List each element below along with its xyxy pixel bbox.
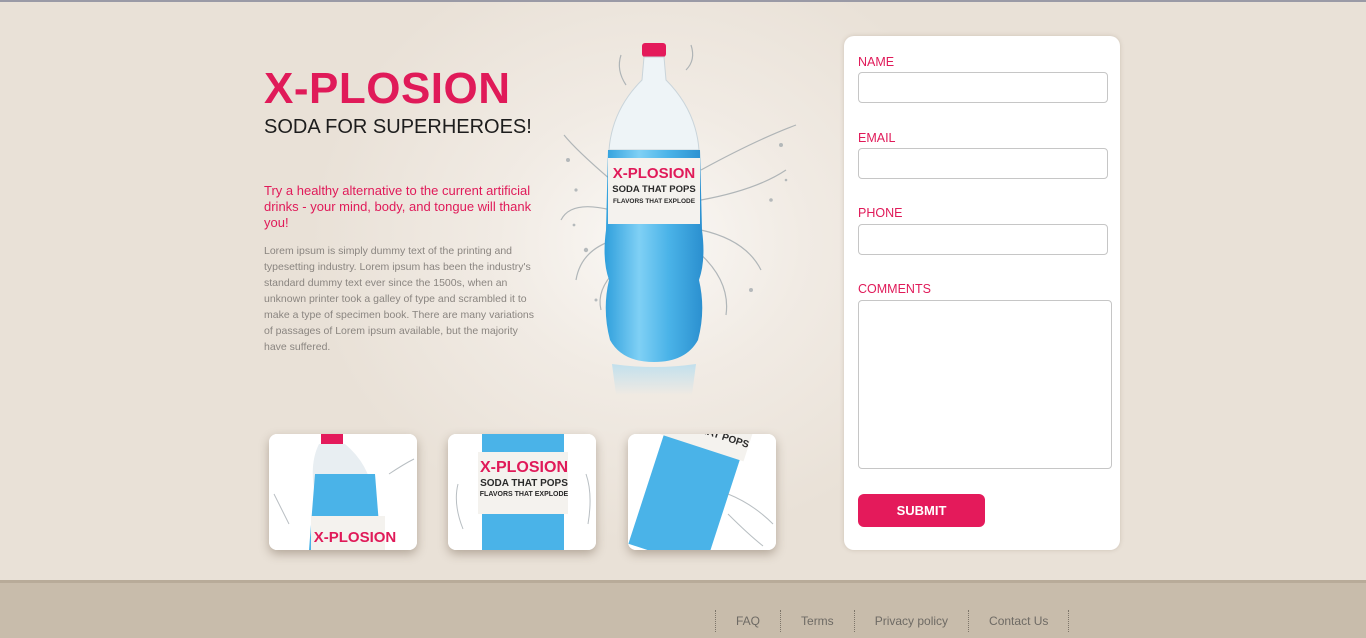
brand-subtitle: SODA FOR SUPERHEROES!	[264, 116, 532, 138]
tagline: Try a healthy alternative to the current…	[264, 183, 532, 230]
footer-link-faq[interactable]: FAQ	[715, 610, 780, 632]
footer: FAQ Terms Privacy policy Contact Us	[0, 580, 1366, 638]
svg-text:X-PLOSION: X-PLOSION	[480, 459, 568, 476]
svg-text:X-PLOSION: X-PLOSION	[613, 165, 696, 182]
product-bottle-image: X-PLOSION SODA THAT POPS FLAVORS THAT EX…	[556, 40, 806, 395]
submit-button[interactable]: SUBMIT	[858, 494, 985, 527]
phone-label: PHONE	[858, 206, 903, 220]
gallery-thumbnail-2[interactable]: X-PLOSION SODA THAT POPS FLAVORS THAT EX…	[448, 434, 596, 550]
phone-input[interactable]	[858, 224, 1108, 255]
svg-text:SODA THAT POPS: SODA THAT POPS	[480, 478, 568, 489]
footer-nav: FAQ Terms Privacy policy Contact Us	[715, 610, 1070, 632]
svg-text:FLAVORS THAT EXPLODE: FLAVORS THAT EXPLODE	[480, 491, 569, 498]
footer-link-terms[interactable]: Terms	[780, 610, 854, 632]
email-label: EMAIL	[858, 131, 896, 145]
footer-link-contact[interactable]: Contact Us	[968, 610, 1070, 632]
svg-text:FLAVORS THAT EXPLODE: FLAVORS THAT EXPLODE	[613, 198, 696, 205]
svg-text:SODA THAT POPS: SODA THAT POPS	[612, 184, 695, 195]
comments-textarea[interactable]	[858, 300, 1112, 469]
comments-label: COMMENTS	[858, 282, 931, 296]
name-input[interactable]	[858, 72, 1108, 103]
brand-title: X-PLOSION	[264, 64, 511, 113]
description: Lorem ipsum is simply dummy text of the …	[264, 245, 535, 353]
name-label: NAME	[858, 55, 895, 69]
email-input[interactable]	[858, 148, 1108, 179]
gallery-thumbnail-1[interactable]: X-PLOSION	[269, 434, 417, 550]
gallery-thumbnail-3[interactable]: SODA THAT POPS	[628, 434, 776, 550]
footer-link-privacy[interactable]: Privacy policy	[853, 610, 968, 632]
svg-text:X-PLOSION: X-PLOSION	[314, 529, 397, 546]
contact-form: NAME EMAIL PHONE COMMENTS SUBMIT	[844, 36, 1120, 550]
